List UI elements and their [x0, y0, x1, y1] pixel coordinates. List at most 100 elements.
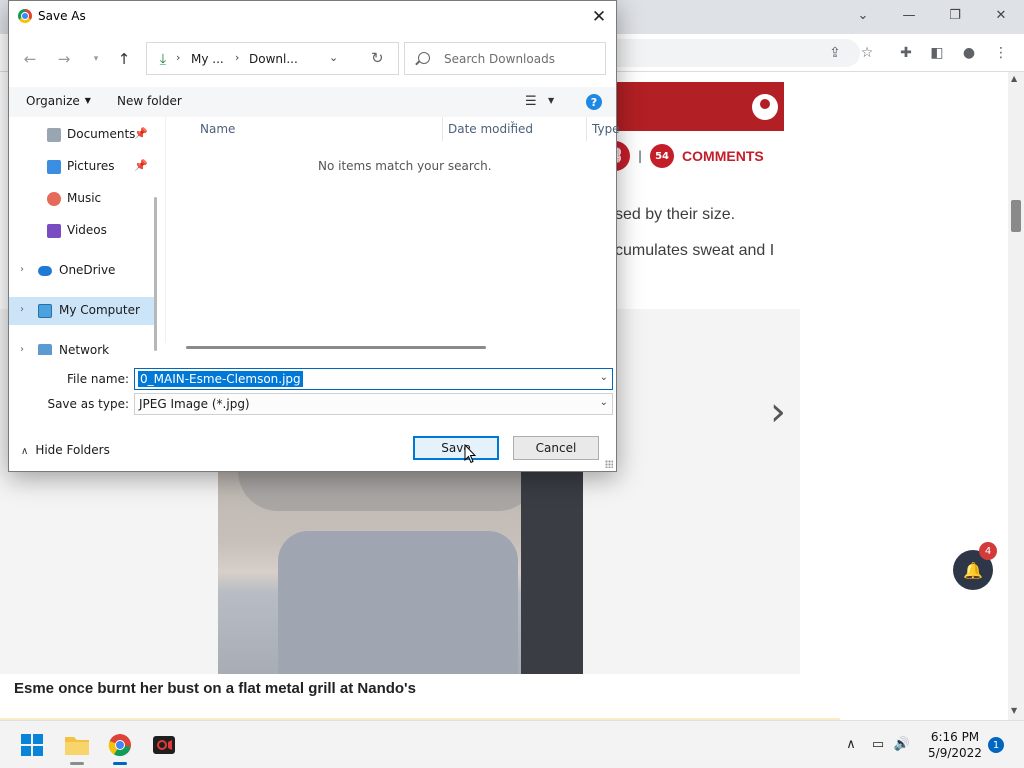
help-icon[interactable]: ? [586, 94, 602, 110]
column-separator[interactable] [586, 117, 587, 141]
chevron-down-icon[interactable]: ⌄ [600, 372, 608, 383]
pictures-icon [47, 160, 61, 174]
comments-link[interactable]: COMMENTS [682, 148, 764, 164]
bookmark-star-icon[interactable]: ☆ [856, 42, 878, 64]
nav-item-label: My Computer [59, 303, 140, 317]
chevron-right-icon[interactable]: › [235, 51, 239, 64]
nav-item-label: OneDrive [59, 263, 116, 277]
notification-bell-icon[interactable]: 🔔 4 [953, 542, 997, 590]
view-options-icon[interactable]: ☰ [525, 94, 537, 109]
empty-message: No items match your search. [318, 159, 492, 173]
caret-down-icon[interactable]: ▼ [548, 96, 554, 105]
expand-chevron-icon[interactable]: › [20, 344, 24, 355]
nav-item-pictures[interactable]: Pictures 📌 [9, 153, 149, 181]
share-row: ⛓ | 54 COMMENTS [600, 140, 764, 172]
back-arrow-icon[interactable]: ← [20, 49, 40, 69]
account-icon[interactable] [752, 94, 778, 120]
share-icon[interactable]: ⇪ [824, 42, 846, 64]
save-as-dialog: Save As ✕ ← → ▾ ↑ ⤓ › My ... › Downl... … [8, 0, 620, 472]
documents-icon [47, 128, 61, 142]
scroll-down-icon[interactable]: ▼ [1011, 706, 1017, 715]
close-window-icon[interactable]: ✕ [978, 4, 1024, 26]
hide-folders-button[interactable]: ∧ Hide Folders [21, 443, 110, 457]
start-button[interactable] [16, 729, 48, 761]
chrome-icon [108, 734, 131, 757]
search-input[interactable]: Search Downloads [404, 42, 606, 75]
extensions-icon[interactable]: ✚ [895, 42, 917, 64]
nav-item-documents[interactable]: Documents 📌 [9, 121, 149, 149]
recent-locations-chevron-icon[interactable]: ▾ [86, 49, 106, 69]
navigation-row: ← → ▾ ↑ ⤓ › My ... › Downl... ⌄ ↻ Search… [9, 41, 616, 77]
article-text-line: sed by their size. [615, 206, 736, 223]
next-arrow-icon[interactable]: › [770, 389, 786, 435]
article-text-line: cumulates sweat and I [615, 242, 775, 259]
notification-center-badge[interactable]: 1 [988, 737, 1004, 753]
column-header-date-modified[interactable]: Date modified [448, 122, 533, 136]
new-folder-button[interactable]: New folder [117, 94, 182, 108]
clock-time: 6:16 PM [930, 730, 980, 744]
cancel-button[interactable]: Cancel [513, 436, 599, 460]
save-button[interactable]: Save [413, 436, 499, 460]
comment-count-badge[interactable]: 54 [650, 144, 675, 168]
display-icon[interactable]: ▭ [869, 735, 887, 753]
pin-icon[interactable]: 📌 [134, 159, 148, 172]
refresh-icon[interactable]: ↻ [371, 49, 384, 67]
expand-chevron-icon[interactable]: › [20, 304, 24, 315]
nav-item-music[interactable]: Music [9, 185, 149, 213]
gallery-photo[interactable] [218, 471, 583, 674]
side-panel-icon[interactable]: ◧ [926, 42, 948, 64]
scroll-thumb[interactable] [1011, 200, 1021, 232]
scroll-up-icon[interactable]: ▲ [1011, 74, 1017, 83]
menu-icon[interactable]: ⋮ [990, 42, 1012, 64]
recorder-button[interactable] [148, 729, 180, 761]
system-clock[interactable]: 6:16 PM 5/9/2022 [920, 729, 990, 761]
nav-item-onedrive[interactable]: › OneDrive [9, 257, 149, 285]
image-caption: Esme once burnt her bust on a flat metal… [14, 680, 416, 697]
nav-item-label: Network [59, 343, 110, 355]
save-as-type-row: Save as type: JPEG Image (*.jpg) ⌄ [9, 393, 616, 417]
nav-item-my-computer[interactable]: › My Computer [9, 297, 155, 325]
breadcrumb-segment[interactable]: Downl... [249, 52, 298, 66]
videos-icon [47, 224, 61, 238]
column-header-type[interactable]: Type [592, 122, 620, 136]
nav-item-network[interactable]: › Network [9, 337, 149, 355]
organize-label: Organize [26, 94, 80, 108]
breadcrumb-segment[interactable]: My ... [191, 52, 224, 66]
dialog-title-bar[interactable]: Save As ✕ [9, 1, 616, 33]
forward-arrow-icon[interactable]: → [54, 49, 74, 69]
chevron-down-icon[interactable]: ⌄ [600, 397, 608, 408]
nav-pane-scrollbar[interactable] [154, 197, 157, 351]
nav-item-label: Videos [67, 223, 107, 237]
tray-chevron-icon[interactable]: ∧ [842, 735, 860, 753]
file-list-scrollbar[interactable] [176, 345, 606, 351]
close-icon[interactable]: ✕ [587, 6, 611, 28]
file-name-label: File name: [67, 372, 129, 386]
column-header-name[interactable]: Name [200, 122, 235, 136]
scroll-thumb[interactable] [186, 346, 486, 349]
organize-button[interactable]: Organize ▼ [26, 94, 91, 108]
chevron-down-icon[interactable]: ⌄ [329, 51, 338, 64]
pin-icon[interactable]: 📌 [134, 127, 148, 140]
column-separator[interactable] [442, 117, 443, 141]
resize-grip[interactable] [605, 460, 613, 468]
restore-icon[interactable]: ❐ [932, 4, 978, 26]
up-arrow-icon[interactable]: ↑ [114, 49, 134, 69]
video-recorder-icon [153, 736, 175, 754]
expand-chevron-icon[interactable]: › [20, 264, 24, 275]
file-name-field[interactable]: 0_MAIN-Esme-Clemson.jpg ⌄ [134, 368, 613, 390]
save-as-type-value: JPEG Image (*.jpg) [139, 397, 250, 411]
file-explorer-button[interactable] [61, 729, 93, 765]
command-bar: Organize ▼ New folder ☰ ▼ ? [9, 87, 616, 117]
page-scrollbar[interactable]: ▲ ▼ [1008, 72, 1024, 720]
profile-icon[interactable]: ● [958, 42, 980, 64]
music-icon [47, 192, 61, 206]
volume-icon[interactable]: 🔊 [893, 735, 911, 753]
breadcrumb[interactable]: ⤓ › My ... › Downl... ⌄ ↻ [146, 42, 399, 75]
tab-search-icon[interactable]: ⌄ [840, 4, 886, 26]
chrome-taskbar-button[interactable] [104, 729, 136, 765]
nav-item-videos[interactable]: Videos [9, 217, 149, 245]
save-as-type-select[interactable]: JPEG Image (*.jpg) ⌄ [134, 393, 613, 415]
minimize-icon[interactable]: — [886, 4, 932, 26]
address-bar[interactable]: ⇪ [600, 39, 860, 67]
chevron-right-icon[interactable]: › [176, 51, 180, 64]
